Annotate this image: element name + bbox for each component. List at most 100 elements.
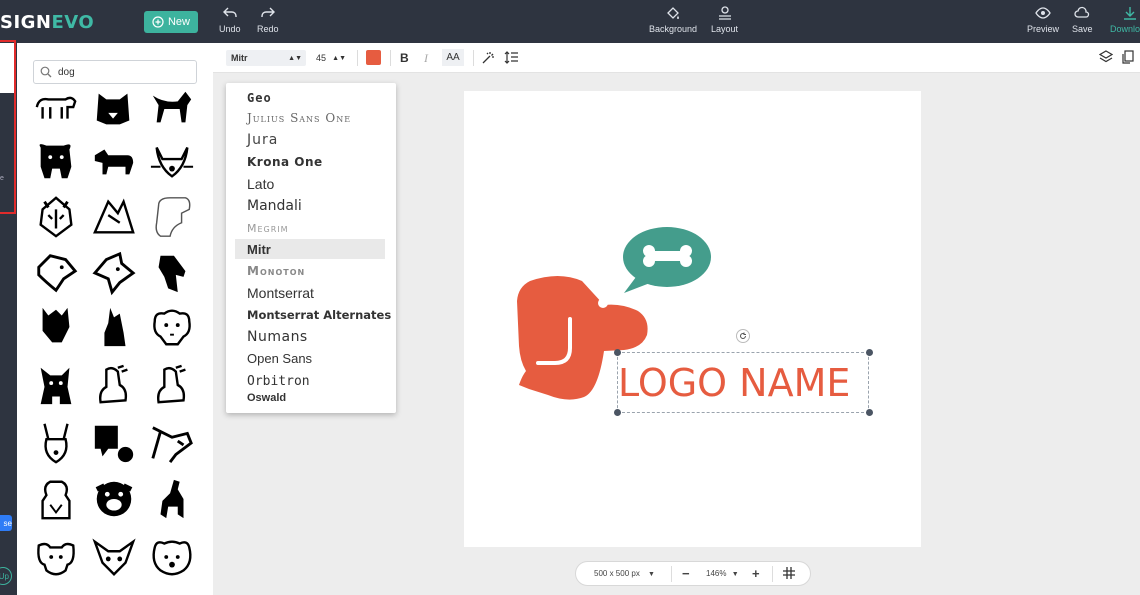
icon-panel [17,43,213,595]
dog-standing-icon [152,91,192,123]
canvas-bottom-bar: 500 x 500 px ▼ − 146% ▼ + [575,561,811,586]
search-box[interactable] [33,60,197,84]
icon-result-item[interactable] [32,137,80,185]
preview-button[interactable]: Preview [1027,5,1059,34]
layout-button[interactable]: Layout [711,5,738,34]
dog-face-4-icon [152,540,192,576]
dog-outline-icon [155,197,191,237]
cloud-icon [1074,6,1090,18]
resize-handle[interactable] [614,409,621,416]
sitting-dog-icon [104,307,126,347]
icon-result-item[interactable] [32,475,80,523]
zoom-in-button[interactable]: + [752,566,760,581]
icon-result-item[interactable] [90,475,138,523]
font-dropdown[interactable]: Geo Julius Sans One Jura Krona One Lato Manda… [226,83,396,413]
layout-label: Layout [711,24,739,34]
font-option-krona-one[interactable]: Krona One [235,152,385,172]
uppercase-button[interactable]: AA [442,49,464,66]
icon-result-item[interactable] [32,533,80,581]
chevron-down-icon: ▼ [648,571,655,578]
dog-head-angular-icon [92,251,136,296]
icon-result-item[interactable] [148,533,196,581]
font-option-orbitron[interactable]: Orbitron [235,371,385,391]
icon-result-item[interactable] [32,85,80,133]
font-option-mandali[interactable]: Mandali [235,196,385,216]
font-option-geo[interactable]: Geo [235,88,385,108]
font-option-montserrat-alternates[interactable]: Montserrat Alternates [235,305,391,325]
dog-eye [598,298,608,308]
font-family-value: Mitr [231,53,248,63]
cat-dog-silhouette-icon [42,307,70,343]
font-option-monoton[interactable]: Monoton [235,261,385,281]
resize-handle[interactable] [866,349,873,356]
design-canvas[interactable]: LOGO NAME [464,91,921,547]
husky-icon [39,196,73,238]
font-family-select[interactable]: Mitr ▲▼ [226,50,306,66]
dog-round-face-icon [95,481,133,517]
icon-result-item[interactable] [90,137,138,185]
icon-result-item[interactable] [32,361,80,409]
logo-name-text[interactable]: LOGO NAME [618,361,863,405]
save-button[interactable]: Save [1072,5,1093,34]
chevron-down-icon: ▼ [731,571,739,578]
icon-result-item[interactable] [90,419,138,467]
icon-result-item[interactable] [90,193,138,241]
icon-result-item[interactable] [90,361,138,409]
icon-result-item[interactable] [90,303,138,351]
brand-logo[interactable]: SIGNEVO [0,12,94,33]
font-option-numans[interactable]: Numans [235,327,385,347]
layers-button[interactable] [1098,50,1114,64]
background-button[interactable]: Background [649,5,697,34]
download-button[interactable]: Download [1110,5,1140,34]
zoom-select[interactable]: 146% ▼ [706,569,739,578]
icon-result-item[interactable] [148,85,196,133]
icon-result-item[interactable] [90,249,138,297]
resize-handle[interactable] [614,349,621,356]
font-option-open-sans[interactable]: Open Sans [235,348,385,368]
spacing-button[interactable] [504,50,519,65]
icon-result-item[interactable] [90,533,138,581]
font-option-jura[interactable]: Jura [235,130,385,150]
font-option-julius-sans-one[interactable]: Julius Sans One [235,108,385,128]
rotate-handle[interactable] [736,329,750,343]
duplicate-button[interactable] [1121,50,1135,64]
icon-result-item[interactable] [148,303,196,351]
font-size-select[interactable]: 45 ▲▼ [313,50,349,66]
effects-button[interactable] [481,50,496,65]
dog-logo-graphic[interactable] [464,91,921,547]
icon-result-item[interactable] [148,137,196,185]
icon-result-item[interactable] [90,85,138,133]
dog-face-3-icon [37,542,75,576]
font-option-megrim[interactable]: Megrim [235,218,385,238]
new-button[interactable]: New [144,11,198,33]
italic-button[interactable]: I [424,51,428,66]
redo-button[interactable]: Redo [257,5,279,34]
icon-result-item[interactable] [148,193,196,241]
font-option-montserrat[interactable]: Montserrat [235,283,385,303]
icon-result-item[interactable] [148,475,196,523]
font-option-mitr[interactable]: Mitr [235,239,385,259]
icon-result-item[interactable] [32,249,80,297]
font-option-oswald[interactable]: Oswald [235,391,385,405]
zoom-out-button[interactable]: − [682,566,690,581]
icon-result-item[interactable] [32,419,80,467]
undo-icon [222,7,237,17]
canvas-size-select[interactable]: 500 x 500 px ▼ [594,569,655,578]
rail-upgrade-tag[interactable]: se [0,515,12,531]
icon-result-item[interactable] [32,303,80,351]
icon-result-item[interactable] [148,249,196,297]
icon-result-item[interactable] [148,419,196,467]
text-color-swatch[interactable] [366,50,381,65]
icon-result-item[interactable] [148,361,196,409]
icon-result-item[interactable] [32,193,80,241]
font-option-lato[interactable]: Lato [235,174,385,194]
bold-button[interactable]: B [400,51,409,65]
undo-button[interactable]: Undo [219,5,241,34]
magic-wand-icon [482,52,494,64]
sitting-puppy-2-icon [157,364,186,404]
download-label: Download [1110,24,1140,34]
resize-handle[interactable] [866,409,873,416]
search-input[interactable] [58,66,188,78]
grid-toggle-button[interactable] [783,567,795,581]
divider [357,50,358,66]
